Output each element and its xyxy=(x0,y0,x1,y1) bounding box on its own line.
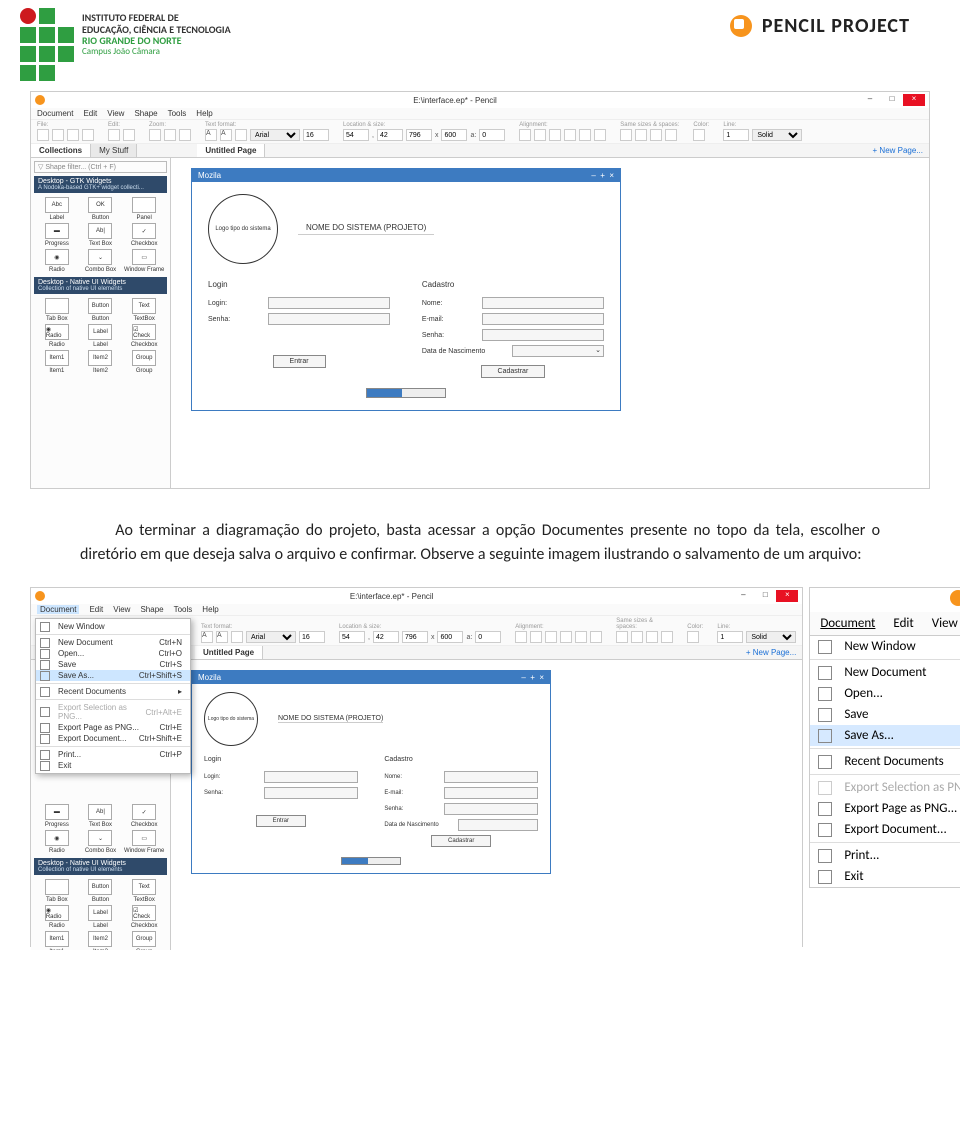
app-title: E:\interface.ep* - Pencil xyxy=(51,96,859,105)
pencil-project-logo: PENCIL PROJECT xyxy=(730,8,940,38)
widget-button[interactable]: OKButton xyxy=(80,197,122,221)
widget-text-box[interactable]: Ab|Text Box xyxy=(80,804,122,828)
widget-label[interactable]: AbcLabel xyxy=(36,197,78,221)
pencil-screenshot-1: E:\interface.ep* - Pencil –□× DocumentEd… xyxy=(30,91,930,489)
menu-item-new-document[interactable]: New DocumentCtrl+N xyxy=(36,637,190,648)
widget-button[interactable]: ButtonButton xyxy=(80,879,122,903)
zoom-menu-item-export-selection-as-png-[interactable]: Export Selection as PNG...Ctrl+Alt+E xyxy=(810,777,960,798)
font-select[interactable]: Arial xyxy=(250,129,300,141)
pencil-icon xyxy=(730,15,752,37)
shape-filter[interactable]: ▽ Shape filter... (Ctrl + F) xyxy=(34,161,167,173)
zoom-menu-item-print-[interactable]: Print...Ctrl+P xyxy=(810,845,960,866)
if-grid-icon xyxy=(20,8,74,81)
window-buttons[interactable]: –□× xyxy=(859,94,925,106)
widget-window-frame[interactable]: ▭Window Frame xyxy=(123,249,165,273)
document-menu-zoom: DocumentEditViewShapeToolsHelp New Windo… xyxy=(809,587,960,888)
widget-panel[interactable]: Panel xyxy=(123,197,165,221)
entrar-button[interactable]: Entrar xyxy=(273,355,326,368)
pencil-text: PENCIL PROJECT xyxy=(762,14,910,38)
collection-gtk[interactable]: Desktop - GTK WidgetsA Nodoka-based GTK+… xyxy=(34,176,167,193)
login-input[interactable] xyxy=(268,297,390,309)
system-name: NOME DO SISTEMA (PROJETO) xyxy=(298,223,434,235)
login-column: Login Login: Senha: Entrar xyxy=(208,280,390,378)
zoom-menu-item-open-[interactable]: Open...Ctrl+O xyxy=(810,683,960,704)
widget-item2[interactable]: Item2Item2 xyxy=(80,931,122,950)
zoom-menu-item-save[interactable]: SaveCtrl+S xyxy=(810,704,960,725)
menu-item-export-selection-as-png-[interactable]: Export Selection as PNG...Ctrl+Alt+E xyxy=(36,702,190,722)
widget-checkbox[interactable]: ☑ CheckCheckbox xyxy=(123,905,165,929)
zoom-menubar[interactable]: DocumentEditViewShapeToolsHelp xyxy=(810,612,960,636)
widget-label[interactable]: LabelLabel xyxy=(80,324,122,348)
widget-checkbox[interactable]: ✓Checkbox xyxy=(123,804,165,828)
zoom-menu-item-new-document[interactable]: New DocumentCtrl+N xyxy=(810,662,960,683)
tab-row: Collections My Stuff Untitled Page + New… xyxy=(31,144,929,158)
menu-item-save-as-[interactable]: Save As...Ctrl+Shift+S xyxy=(36,670,190,681)
sidebar: ▽ Shape filter... (Ctrl + F) Desktop - G… xyxy=(31,158,171,488)
toolbar[interactable]: File: Edit: Zoom: Text format:AAArial Lo… xyxy=(31,120,929,144)
menu-item-export-document-[interactable]: Export Document...Ctrl+Shift+E xyxy=(36,733,190,744)
widget-progress[interactable]: ▬Progress xyxy=(36,223,78,247)
app-icon xyxy=(35,95,45,105)
zoom-menu-item-export-page-as-png-[interactable]: Export Page as PNG...Ctrl+E xyxy=(810,798,960,819)
document-header: INSTITUTO FEDERAL DE EDUCAÇÃO, CIÊNCIA E… xyxy=(0,0,960,81)
pencil-icon xyxy=(950,590,960,606)
widget-label[interactable]: LabelLabel xyxy=(80,905,122,929)
menu-item-export-page-as-png-[interactable]: Export Page as PNG...Ctrl+E xyxy=(36,722,190,733)
widget-textbox[interactable]: TextTextBox xyxy=(123,298,165,322)
zoom-menu-item-new-window[interactable]: New Window xyxy=(810,636,960,657)
widget-item1[interactable]: Item1Item1 xyxy=(36,350,78,374)
widget-tab-box[interactable]: Tab Box xyxy=(36,298,78,322)
widget-item1[interactable]: Item1Item1 xyxy=(36,931,78,950)
document-menu-small[interactable]: New Window New DocumentCtrl+NOpen...Ctrl+… xyxy=(35,618,191,774)
instituto-logo: INSTITUTO FEDERAL DE EDUCAÇÃO, CIÊNCIA E… xyxy=(20,8,231,81)
widget-radio[interactable]: ◉Radio xyxy=(36,249,78,273)
menu-item-new-window[interactable]: New Window xyxy=(36,621,190,632)
widget-radio[interactable]: ◉ RadioRadio xyxy=(36,905,78,929)
widget-checkbox[interactable]: ☑ CheckCheckbox xyxy=(123,324,165,348)
widget-tab-box[interactable]: Tab Box xyxy=(36,879,78,903)
menubar[interactable]: DocumentEditViewShapeToolsHelp xyxy=(31,108,929,120)
instituto-text: INSTITUTO FEDERAL DE EDUCAÇÃO, CIÊNCIA E… xyxy=(82,8,231,81)
widget-combo-box[interactable]: ⌄Combo Box xyxy=(80,249,122,273)
menu-item-open-[interactable]: Open...Ctrl+O xyxy=(36,648,190,659)
widget-group[interactable]: GroupGroup xyxy=(123,931,165,950)
menu-item-save[interactable]: SaveCtrl+S xyxy=(36,659,190,670)
tab-page[interactable]: Untitled Page xyxy=(197,144,265,157)
body-paragraph: Ao terminar a diagramação do projeto, ba… xyxy=(0,499,960,587)
senha-input[interactable] xyxy=(268,313,390,325)
mockup-window: Mozila– + × Logo tipo do sistema NOME DO… xyxy=(191,168,621,411)
menu-item-recent-documents[interactable]: Recent Documents▸ xyxy=(36,686,190,697)
menu-item-print-[interactable]: Print...Ctrl+P xyxy=(36,749,190,760)
widget-combo-box[interactable]: ⌄Combo Box xyxy=(80,830,122,854)
collection-native[interactable]: Desktop - Native UI WidgetsCollection of… xyxy=(34,277,167,294)
new-page-link[interactable]: + New Page... xyxy=(867,144,929,157)
cadastro-column: Cadastro Nome: E-mail: Senha: Data de Na… xyxy=(422,280,604,378)
widget-progress[interactable]: ▬Progress xyxy=(36,804,78,828)
tab-collections[interactable]: Collections xyxy=(31,144,91,157)
cadastrar-button[interactable]: Cadastrar xyxy=(481,365,546,378)
widget-text-box[interactable]: Ab|Text Box xyxy=(80,223,122,247)
widget-group[interactable]: GroupGroup xyxy=(123,350,165,374)
widget-checkbox[interactable]: ✓Checkbox xyxy=(123,223,165,247)
widget-item2[interactable]: Item2Item2 xyxy=(80,350,122,374)
widget-radio[interactable]: ◉Radio xyxy=(36,830,78,854)
zoom-menu-item-recent-documents[interactable]: Recent Documents xyxy=(810,751,960,772)
widget-radio[interactable]: ◉ RadioRadio xyxy=(36,324,78,348)
font-size[interactable] xyxy=(303,129,329,141)
canvas[interactable]: Mozila– + × Logo tipo do sistema NOME DO… xyxy=(171,158,929,488)
zoom-menu-item-save-as-[interactable]: Save As...Ctrl+Shift+S xyxy=(810,725,960,746)
zoom-menu-item-exit[interactable]: Exit xyxy=(810,866,960,887)
logo-circle: Logo tipo do sistema xyxy=(208,194,278,264)
progress-bar xyxy=(366,388,446,398)
zoom-menu-item-export-document-[interactable]: Export Document...Ctrl+Shift+E xyxy=(810,819,960,840)
widget-textbox[interactable]: TextTextBox xyxy=(123,879,165,903)
tab-mystuff[interactable]: My Stuff xyxy=(91,144,137,157)
title-bar: E:\interface.ep* - Pencil –□× xyxy=(31,92,929,108)
widget-button[interactable]: ButtonButton xyxy=(80,298,122,322)
widget-window-frame[interactable]: ▭Window Frame xyxy=(123,830,165,854)
menu-item-exit[interactable]: Exit xyxy=(36,760,190,771)
pencil-screenshot-2: E:\interface.ep* - Pencil–□× DocumentEdi… xyxy=(30,587,803,947)
